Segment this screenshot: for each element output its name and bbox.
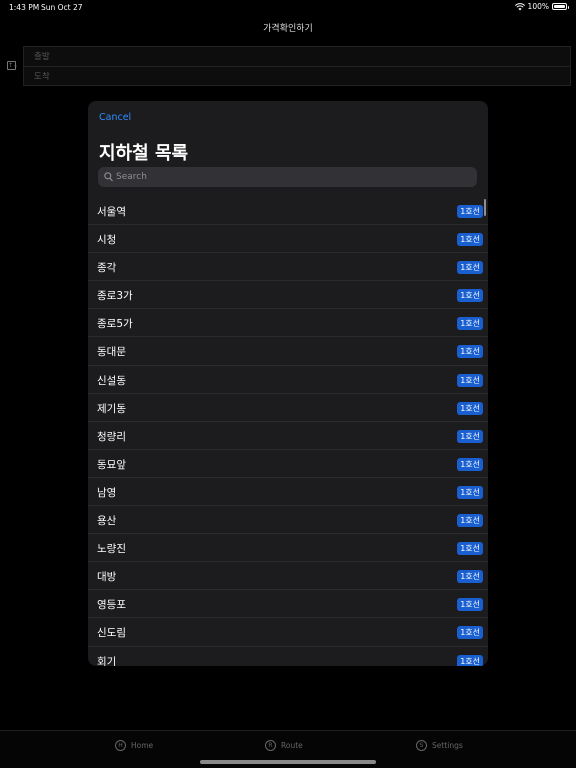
search-bar[interactable] — [98, 167, 477, 187]
station-name: 종로3가 — [97, 290, 133, 303]
station-row[interactable]: 종로5가 1호선 — [88, 309, 488, 338]
line-badge: 1호선 — [457, 205, 483, 218]
station-name: 회기 — [97, 655, 117, 667]
station-list: 서울역 1호선 시청 1호선 종각 1호선 종로3가 1호선 종로5가 1호선 동대문 1호선 신설동 1… — [88, 197, 488, 666]
station-name: 서울역 — [97, 206, 126, 218]
station-row[interactable]: 신설동 1호선 — [88, 366, 488, 394]
status-date: Sun Oct 27 — [41, 3, 83, 12]
line-badge: 1호선 — [457, 485, 483, 499]
station-name: 신설동 — [97, 374, 126, 387]
station-name: 시청 — [97, 234, 117, 247]
swap-icon[interactable]: ↑↓ — [7, 61, 18, 70]
station-name: 동대문 — [97, 346, 126, 359]
station-row[interactable]: 용산 1호선 — [88, 506, 488, 535]
search-icon — [104, 172, 113, 182]
tab-label: Route — [281, 741, 303, 750]
route-icon: R — [265, 740, 276, 751]
scrollbar[interactable] — [483, 199, 486, 216]
home-icon: H — [115, 740, 126, 751]
station-row[interactable]: 신도림 1호선 — [88, 618, 488, 647]
station-row[interactable]: 동묘앞 1호선 — [88, 450, 488, 478]
station-row[interactable]: 영등포 1호선 — [88, 590, 488, 619]
home-indicator — [200, 760, 376, 764]
station-row[interactable]: 종로3가 1호선 — [88, 281, 488, 310]
line-badge: 1호선 — [457, 261, 483, 275]
station-row[interactable]: 회기 1호선 — [88, 647, 488, 667]
station-name: 종각 — [97, 262, 117, 275]
station-name: 노량진 — [97, 543, 126, 556]
station-name: 신도림 — [97, 627, 126, 640]
station-name: 동묘앞 — [97, 458, 126, 471]
line-badge: 1호선 — [457, 514, 483, 528]
station-name: 제기동 — [97, 402, 126, 415]
tab-settings[interactable]: S Settings — [416, 740, 463, 751]
tab-home[interactable]: H Home — [115, 740, 153, 751]
line-badge: 1호선 — [457, 457, 483, 471]
cancel-button[interactable]: Cancel — [99, 112, 131, 123]
line-badge: 1호선 — [457, 429, 483, 443]
line-badge: 1호선 — [457, 401, 483, 415]
tab-route[interactable]: R Route — [265, 740, 303, 751]
settings-icon: S — [416, 740, 427, 751]
line-badge: 1호선 — [457, 233, 483, 247]
line-badge: 1호선 — [457, 317, 483, 331]
station-name: 종로5가 — [97, 318, 133, 331]
station-row[interactable]: 시청 1호선 — [88, 225, 488, 254]
station-name: 청량리 — [97, 430, 126, 443]
line-badge: 1호선 — [457, 626, 483, 640]
station-row[interactable]: 노량진 1호선 — [88, 534, 488, 563]
departure-field[interactable]: 출발 — [24, 47, 570, 67]
tab-bar: H Home R Route S Settings — [0, 730, 576, 768]
line-badge: 1호선 — [457, 345, 483, 359]
station-row[interactable]: 대방 1호선 — [88, 562, 488, 591]
tab-label: Settings — [432, 741, 463, 750]
station-row[interactable]: 제기동 1호선 — [88, 394, 488, 422]
line-badge: 1호선 — [457, 289, 483, 303]
station-row[interactable]: 서울역 1호선 — [88, 197, 488, 226]
station-row[interactable]: 남영 1호선 — [88, 478, 488, 507]
tab-label: Home — [131, 741, 154, 750]
status-right: 100% — [514, 2, 569, 11]
wifi-icon — [514, 2, 525, 10]
station-row[interactable]: 종각 1호선 — [88, 253, 488, 282]
route-fields: 출발 도착 — [23, 46, 571, 86]
station-name: 남영 — [97, 486, 117, 499]
line-badge: 1호선 — [457, 570, 483, 584]
status-bar: 1:43 PM Sun Oct 27 100% — [0, 0, 576, 14]
search-input[interactable] — [116, 167, 471, 187]
line-badge: 1호선 — [457, 598, 483, 612]
modal-title: 지하철 목록 — [99, 143, 189, 164]
station-name: 용산 — [97, 515, 117, 528]
line-badge: 1호선 — [457, 373, 483, 387]
battery-icon — [552, 3, 569, 10]
page-title: 가격확인하기 — [263, 24, 313, 34]
status-time: 1:43 PM — [9, 3, 40, 12]
station-picker-modal: Cancel 지하철 목록 서울역1호선시청1호선종각1호선종로3가1호선종로5… — [88, 101, 488, 666]
station-name: 영등포 — [97, 599, 126, 612]
battery-percent: 100% — [527, 2, 549, 11]
line-badge: 1호선 — [457, 654, 483, 666]
station-name: 대방 — [97, 571, 117, 584]
station-row[interactable]: 청량리 1호선 — [88, 422, 488, 450]
line-badge: 1호선 — [457, 542, 483, 556]
station-row[interactable]: 동대문 1호선 — [88, 337, 488, 366]
arrival-field[interactable]: 도착 — [24, 67, 570, 87]
